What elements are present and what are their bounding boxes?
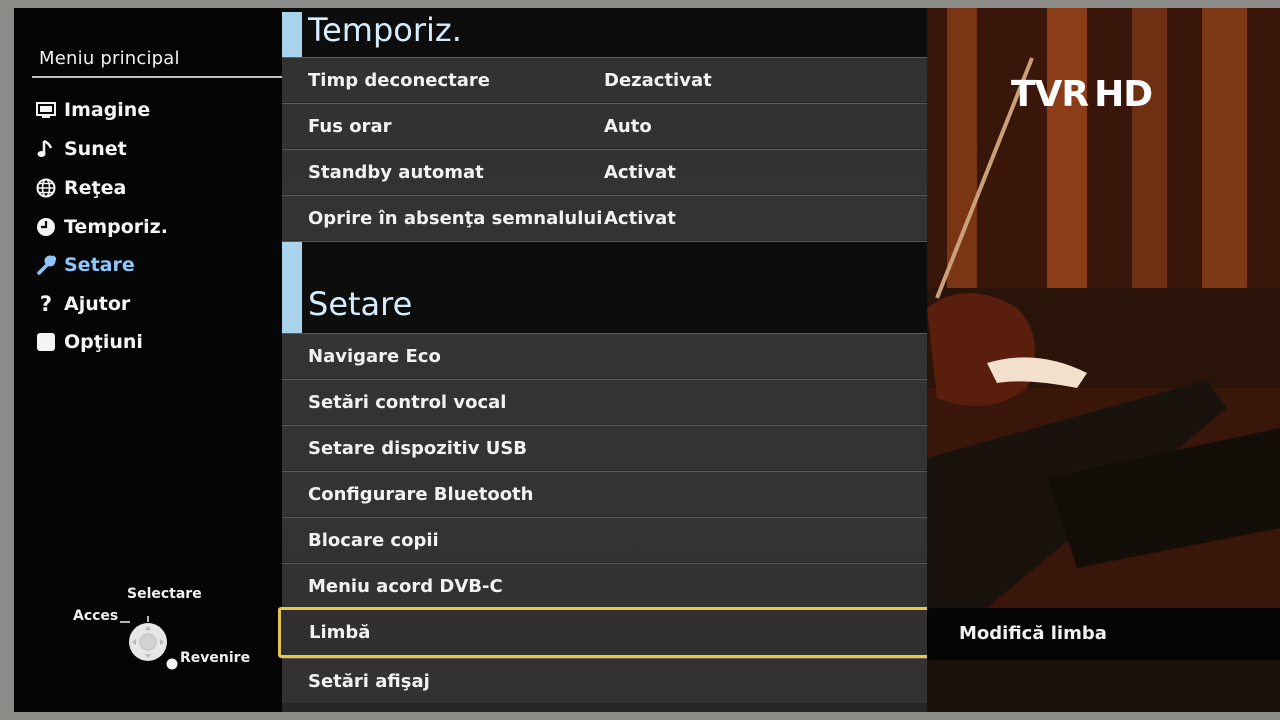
row-label: Setări afişaj: [308, 670, 430, 692]
channel-logo-tvr: TVR: [1011, 74, 1089, 115]
sidebar-item-ajutor[interactable]: ? Ajutor: [36, 288, 130, 320]
menu-row-configurare-bluetooth[interactable]: Configurare Bluetooth: [282, 471, 927, 516]
sidebar-item-label: Setare: [64, 254, 135, 276]
section-title: Setare: [308, 285, 413, 323]
menu-row-blocare-copii[interactable]: Blocare copii: [282, 517, 927, 562]
row-value: Activat: [604, 207, 676, 229]
sidebar-item-sunet[interactable]: Sunet: [36, 133, 127, 165]
sidebar-item-label: Temporiz.: [64, 216, 168, 238]
row-label: Setare dispozitiv USB: [308, 437, 528, 459]
question-icon: ?: [39, 292, 53, 316]
dpad-icon: [120, 616, 178, 670]
clock-icon: [36, 217, 56, 237]
sidebar-divider: [32, 76, 282, 78]
section-header-temporiz: Temporiz.: [282, 8, 927, 57]
row-value: Activat: [604, 161, 676, 183]
main-menu-sidebar: Meniu principal Imagine Sunet Reţea Temp: [14, 8, 282, 712]
tv-screen: Meniu principal Imagine Sunet Reţea Temp: [14, 8, 1280, 712]
sidebar-item-label: Reţea: [64, 177, 127, 199]
section-accent-bar: [282, 12, 302, 57]
menu-row-fus-orar[interactable]: Fus orar Auto: [282, 103, 927, 148]
channel-logo: TVR HD: [1011, 74, 1153, 115]
sidebar-item-optiuni[interactable]: Opţiuni: [36, 326, 143, 358]
sidebar-item-label: Ajutor: [64, 293, 131, 315]
channel-logo-hd: HD: [1094, 74, 1153, 115]
sidebar-item-label: Imagine: [64, 99, 151, 121]
sidebar-title: Meniu principal: [39, 48, 180, 69]
globe-icon: [36, 178, 56, 198]
section-header-setare: Setare: [282, 241, 927, 334]
menu-row-timp-deconectare[interactable]: Timp deconectare Dezactivat: [282, 57, 927, 102]
help-hint-bar: Modifică limba: [927, 608, 1280, 660]
live-tv-preview: TVR HD Modifică limba: [927, 8, 1280, 712]
row-label: Navigare Eco: [308, 345, 441, 367]
music-note-icon: [36, 139, 56, 159]
sidebar-item-label: Opţiuni: [64, 331, 143, 353]
row-value: Dezactivat: [604, 69, 712, 91]
menu-row-limba[interactable]: Limbă: [278, 607, 930, 658]
section-accent-bar: [282, 242, 302, 333]
remote-navigation-hint: Selectare Acces Revenire: [70, 584, 260, 674]
row-label: Fus orar: [308, 115, 392, 137]
menu-row-setari-afisaj[interactable]: Setări afişaj: [282, 658, 927, 703]
row-label: Setări control vocal: [308, 391, 507, 413]
square-icon: [36, 332, 56, 352]
menu-row-standby-automat[interactable]: Standby automat Activat: [282, 149, 927, 194]
hint-acces: Acces: [73, 608, 119, 624]
row-label: Blocare copii: [308, 529, 439, 551]
sidebar-item-temporiz[interactable]: Temporiz.: [36, 211, 168, 243]
row-label: Limbă: [309, 622, 371, 643]
sidebar-item-label: Sunet: [64, 138, 127, 160]
section-title: Temporiz.: [308, 11, 462, 49]
sidebar-item-setare[interactable]: Setare: [36, 249, 135, 281]
menu-row-oprire-absenta-semnal[interactable]: Oprire în absenţa semnalului Activat: [282, 195, 927, 240]
hint-revenire: Revenire: [180, 650, 251, 666]
row-label: Meniu acord DVB-C: [308, 575, 503, 597]
settings-menu: Temporiz. Timp deconectare Dezactivat Fu…: [278, 8, 930, 712]
row-label: Timp deconectare: [308, 69, 491, 91]
menu-row-meniu-acord-dvbc[interactable]: Meniu acord DVB-C: [282, 563, 927, 608]
menu-row-navigare-eco[interactable]: Navigare Eco: [282, 333, 927, 378]
hint-selectare: Selectare: [127, 586, 202, 602]
sidebar-item-retea[interactable]: Reţea: [36, 172, 126, 204]
wrench-icon: [36, 255, 56, 275]
row-value: Auto: [604, 115, 652, 137]
menu-row-setari-control-vocal[interactable]: Setări control vocal: [282, 379, 927, 424]
menu-row-setare-dispozitiv-usb[interactable]: Setare dispozitiv USB: [282, 425, 927, 470]
row-label: Standby automat: [308, 161, 484, 183]
help-text: Modifică limba: [959, 623, 1107, 644]
picture-icon: [36, 100, 56, 120]
row-label: Configurare Bluetooth: [308, 483, 534, 505]
row-label: Oprire în absenţa semnalului: [308, 207, 603, 229]
sidebar-item-imagine[interactable]: Imagine: [36, 94, 150, 126]
